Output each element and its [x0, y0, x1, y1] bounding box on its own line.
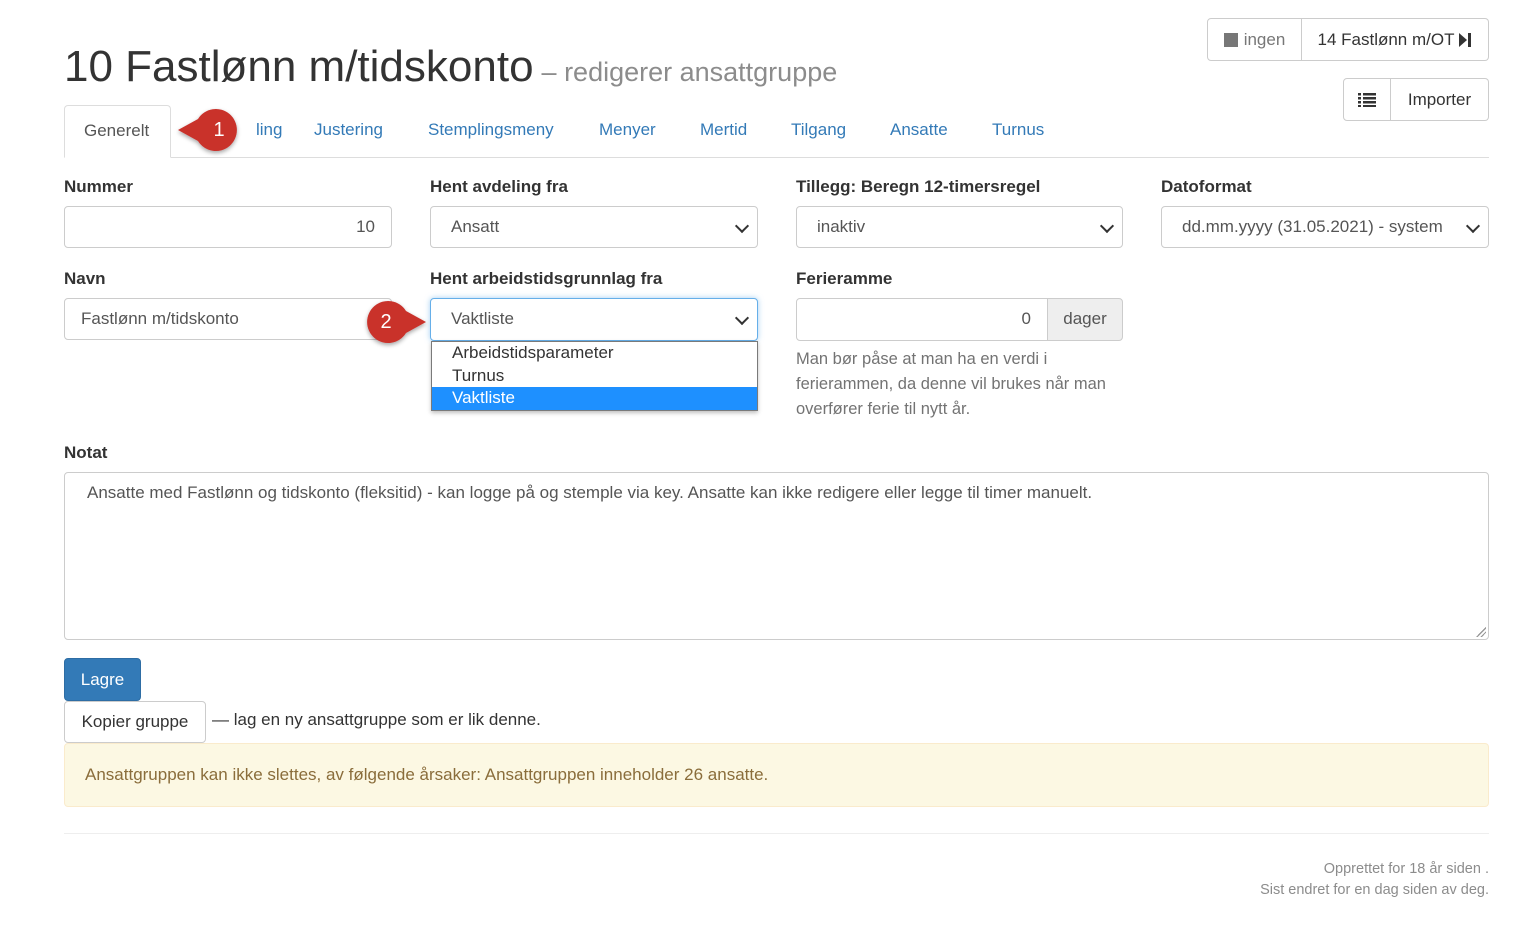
tab-generelt[interactable]: Generelt [64, 105, 171, 158]
tab-bar: Generelt ling Justering Stemplingsmeny M… [64, 105, 1489, 158]
tab-justering[interactable]: Justering [314, 105, 383, 157]
arbeidstid-select[interactable]: Vaktliste [430, 298, 758, 341]
callout-marker-1: 1 [178, 109, 237, 151]
tab-stemplingsmeny[interactable]: Stemplingsmeny [428, 105, 554, 157]
ferieramme-label: Ferieramme [796, 269, 893, 288]
nummer-input[interactable]: 10 [64, 206, 392, 248]
option-vaktliste[interactable]: Vaktliste [432, 387, 757, 410]
copy-group-button[interactable]: Kopier gruppe [64, 701, 206, 743]
page-subtitle: – redigerer ansattgruppe [541, 57, 838, 87]
copy-group-note: — lag en ny ansattgruppe som er lik denn… [212, 710, 541, 729]
notat-textarea[interactable]: Ansatte med Fastlønn og tidskonto (fleks… [64, 472, 1489, 640]
ferieramme-help: Man bør påse at man ha en verdi i ferier… [796, 350, 1106, 418]
arbeidstid-dropdown: Arbeidstidsparameter Turnus Vaktliste [431, 341, 758, 411]
option-arbeidstidsparameter[interactable]: Arbeidstidsparameter [432, 342, 757, 365]
nummer-label: Nummer [64, 177, 133, 196]
callout-number-2: 2 [380, 311, 392, 333]
tab-menyer[interactable]: Menyer [599, 105, 656, 157]
tab-avregning[interactable]: ling [256, 105, 282, 157]
warning-alert: Ansattgruppen kan ikke slettes, av følge… [64, 743, 1489, 807]
divider [64, 833, 1489, 834]
tab-ansatte[interactable]: Ansatte [890, 105, 948, 157]
tillegg-select[interactable]: inaktiv [796, 206, 1123, 248]
page-title: 10 Fastlønn m/tidskonto – redigerer ansat… [64, 42, 837, 97]
avdeling-value: Ansatt [451, 217, 500, 236]
option-turnus[interactable]: Turnus [432, 365, 757, 388]
notat-label: Notat [64, 443, 108, 462]
chevron-down-icon [1465, 218, 1481, 234]
tab-tilgang[interactable]: Tilgang [791, 105, 846, 157]
resize-grip-icon[interactable] [1476, 627, 1486, 637]
save-button[interactable]: Lagre [64, 658, 141, 701]
callout-number-1: 1 [213, 119, 225, 141]
tillegg-label: Tillegg: Beregn 12-timersregel [796, 177, 1041, 196]
chevron-down-icon [1099, 218, 1115, 234]
callout-marker-2: 2 [362, 301, 426, 343]
tillegg-value: inaktiv [817, 217, 866, 236]
datoformat-value: dd.mm.yyyy (31.05.2021) - system [1182, 217, 1443, 236]
notat-value: Ansatte med Fastlønn og tidskonto (fleks… [87, 483, 1093, 502]
created-info: Opprettet for 18 år siden . [1323, 861, 1489, 877]
avdeling-label: Hent avdeling fra [430, 177, 568, 196]
prev-group-label: ingen [1243, 29, 1286, 49]
arbeidstid-label: Hent arbeidstidsgrunnlag fra [430, 269, 663, 288]
next-group-button[interactable]: 14 Fastlønn m/OT [1302, 18, 1489, 61]
navn-label: Navn [64, 269, 106, 288]
arbeidstid-value: Vaktliste [451, 309, 514, 328]
tab-turnus[interactable]: Turnus [992, 105, 1044, 157]
avdeling-select[interactable]: Ansatt [430, 206, 758, 248]
datoformat-select[interactable]: dd.mm.yyyy (31.05.2021) - system [1161, 206, 1489, 248]
prev-group-button[interactable]: ingen [1207, 18, 1302, 61]
chevron-down-icon [734, 310, 750, 326]
ferieramme-unit: dager [1047, 298, 1123, 341]
chevron-down-icon [734, 218, 750, 234]
datoformat-label: Datoformat [1161, 177, 1252, 196]
step-forward-icon [1459, 32, 1472, 47]
ferieramme-input[interactable]: 0 [796, 298, 1048, 341]
group-title: 10 Fastlønn m/tidskonto [64, 42, 534, 91]
tab-mertid[interactable]: Mertid [700, 105, 747, 157]
navn-input[interactable]: Fastlønn m/tidskonto [64, 298, 392, 340]
next-group-label: 14 Fastlønn m/OT [1317, 29, 1455, 49]
copy-group-label: Kopier gruppe [81, 712, 189, 731]
stop-icon [1223, 32, 1238, 47]
changed-info: Sist endret for en dag siden av deg. [1260, 882, 1489, 898]
